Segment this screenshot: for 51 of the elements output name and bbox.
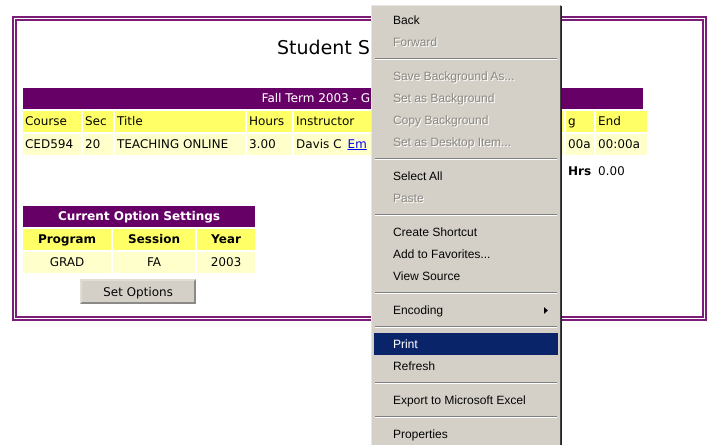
column-header: Year <box>197 229 255 250</box>
instructor-name: Davis C <box>296 136 342 153</box>
menu-item[interactable]: Print <box>374 333 558 355</box>
table-cell: GRAD <box>23 252 111 273</box>
menu-item-label: Set as Desktop Item... <box>393 134 512 151</box>
set-options-button[interactable]: Set Options <box>80 279 196 304</box>
menu-item[interactable]: Properties <box>374 423 558 445</box>
menu-item[interactable]: Add to Favorites... <box>374 243 558 265</box>
table-cell: CED594 <box>23 134 81 155</box>
column-header: Hours <box>247 111 292 132</box>
menu-item-label: Paste <box>393 190 424 207</box>
email-link[interactable]: Em <box>347 134 367 155</box>
column-header: Session <box>113 229 195 250</box>
table-cell: 2003 <box>197 252 255 273</box>
column-header: g <box>566 111 594 132</box>
menu-item-label: Export to Microsoft Excel <box>393 392 526 409</box>
menu-item-label: Print <box>393 336 418 353</box>
menu-item-label: Properties <box>393 426 448 443</box>
menu-item-label: Save Background As... <box>393 68 514 85</box>
table-cell: FA <box>113 252 195 273</box>
menu-item-label: Set as Background <box>393 90 494 107</box>
menu-item[interactable]: Select All <box>374 165 558 187</box>
table-cell: 00:00a <box>596 134 647 155</box>
menu-item[interactable]: Refresh <box>374 355 558 377</box>
column-header: End <box>596 111 647 132</box>
options-title: Current Option Settings <box>23 206 255 227</box>
menu-item[interactable]: Export to Microsoft Excel <box>374 389 558 411</box>
table-cell: 00a <box>566 134 594 155</box>
table-cell: 3.00 <box>247 134 292 155</box>
menu-item-label: Copy Background <box>393 112 488 129</box>
menu-item-label: Create Shortcut <box>393 224 478 241</box>
column-header: Sec <box>83 111 113 132</box>
menu-item-label: Back <box>393 12 420 29</box>
column-header: Title <box>115 111 245 132</box>
menu-item-label: View Source <box>393 268 460 285</box>
total-label: Hrs <box>567 163 592 178</box>
menu-item[interactable]: Back <box>374 9 558 31</box>
menu-item-label: Select All <box>393 168 442 185</box>
menu-item[interactable]: Create Shortcut <box>374 221 558 243</box>
table-cell: TEACHING ONLINE <box>115 134 245 155</box>
menu-item-label: Encoding <box>393 302 444 319</box>
menu-item-label: Add to Favorites... <box>393 246 490 263</box>
page-title: Student S <box>277 37 370 59</box>
table-cell: 20 <box>83 134 113 155</box>
menu-item-label: Refresh <box>393 358 436 375</box>
column-header: Course <box>23 111 81 132</box>
menu-item[interactable]: View Source <box>374 265 558 287</box>
menu-item-label: Forward <box>393 34 438 51</box>
total-value: 0.00 <box>597 163 626 178</box>
column-header: Program <box>23 229 111 250</box>
menu-item[interactable]: Encoding <box>374 299 558 321</box>
